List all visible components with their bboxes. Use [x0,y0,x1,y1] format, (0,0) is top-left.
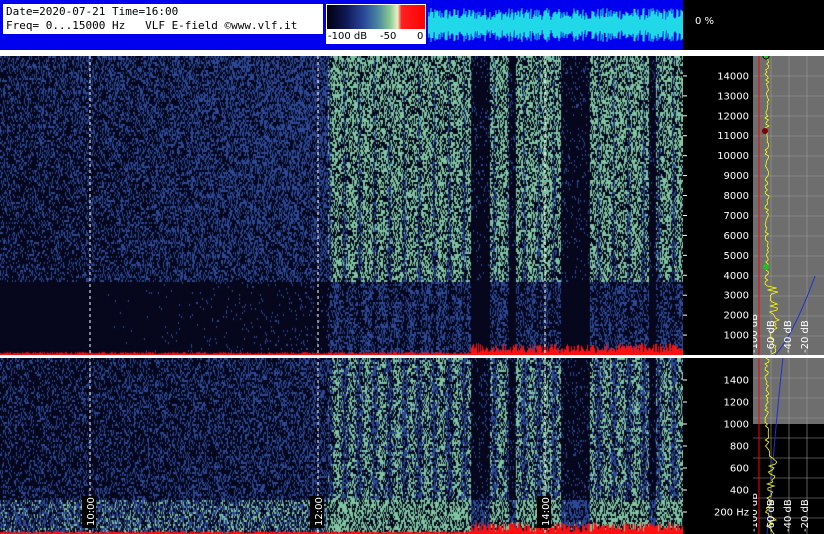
time-tick-label: 12:00 [314,497,325,526]
colorbar-label-min: -100 dB [328,31,368,42]
time-label-box: 14:00 [537,496,552,528]
y-tick-label: 6000 [724,231,749,242]
y-tick-label: 1000 [724,420,749,431]
y-tick-label: 9000 [724,171,749,182]
frequency-axis-upper: 1000 2000 3000 4000 5000 6000 7000 8000 9000 1000… [683,56,753,355]
y-tick-label: 400 [730,486,749,497]
y-tick-label: 4000 [724,271,749,282]
y-tick-label: 1000 [724,331,749,342]
colorbar-gradient [327,5,425,29]
y-tick-label: 10000 [717,151,749,162]
profile-db-label: -60 dB [766,320,777,353]
spectrum-profile-lower: -100 dB -60 dB -40 dB -20 dB [753,358,824,534]
percent-panel: 0 % [683,0,824,50]
y-tick-label: 11000 [717,131,749,142]
y-tick-label: 1200 [724,398,749,409]
profile-marker [762,56,770,60]
frequency-label: Freq= 0...15000 Hz VLF E-field ©www.vlf.… [6,19,298,32]
percent-label: 0 % [695,16,715,27]
y-tick-label: 800 [730,442,749,453]
colorbar-label-mid: -50 [380,31,397,42]
time-label-box: 12:00 [310,496,325,528]
profile-db-label: -100 dB [753,493,760,532]
y-tick-label: 200 Hz [714,508,749,519]
waveform-trace [428,8,683,42]
profile-db-label: -40 dB [783,320,794,353]
waveform-strip [428,8,683,42]
spectrum-profile-upper: -100 dB -60 dB -40 dB -20 dB [753,56,824,355]
y-tick-label: 5000 [724,251,749,262]
time-tick-label: 10:00 [86,497,97,526]
time-label-box: 10:00 [82,496,97,528]
profile-db-label: -100 dB [753,314,760,353]
profile-background [753,56,824,355]
y-tick-label: 1400 [724,376,749,387]
y-tick-label: 12000 [717,111,749,122]
frequency-axis-lower: 200 Hz 400 600 800 1000 1200 1400 [683,358,753,534]
profile-marker [763,264,769,270]
info-box: Date=2020-07-21 Time=16:00 Freq= 0...150… [3,4,323,34]
y-tick-label: 8000 [724,191,749,202]
time-tick-label: 14:00 [541,497,552,526]
y-tick-label: 14000 [717,71,749,82]
y-tick-label: 7000 [724,211,749,222]
profile-db-label: -40 dB [783,499,794,532]
date-time-label: Date=2020-07-21 Time=16:00 [6,5,179,18]
y-tick-label: 3000 [724,291,749,302]
colorbar-label-max: 0 [417,31,424,42]
colorbar: -100 dB -50 0 [326,4,426,44]
profile-marker [762,128,768,134]
profile-db-label: -20 dB [800,320,811,353]
profile-db-label: -20 dB [800,499,811,532]
y-tick-label: 13000 [717,91,749,102]
profile-db-label: -60 dB [766,499,777,532]
time-markers: 10:00 12:00 14:00 [82,56,552,534]
y-tick-label: 600 [730,464,749,475]
y-tick-label: 2000 [724,311,749,322]
